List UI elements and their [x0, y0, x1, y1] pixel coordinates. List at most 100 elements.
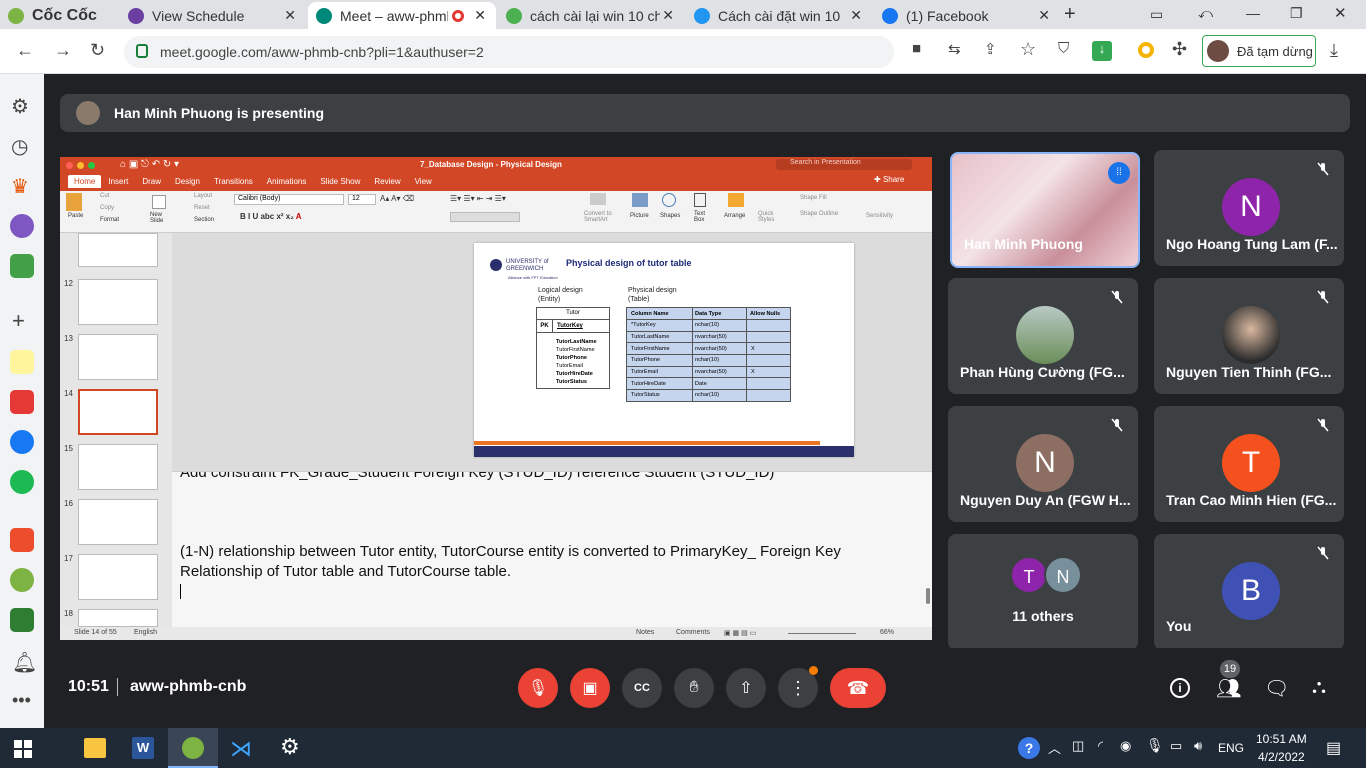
add-app-icon[interactable]: +: [12, 308, 25, 334]
present-button[interactable]: ⇧: [726, 668, 766, 708]
format-label: Format: [100, 217, 120, 223]
bookmark-star-icon[interactable]: ☆: [1020, 39, 1036, 60]
self-tile[interactable]: B You: [1154, 534, 1344, 650]
microphone-tray-icon[interactable]: 🎙︎: [1146, 737, 1164, 754]
extension-icon[interactable]: [1138, 42, 1154, 58]
settings-taskbar-icon[interactable]: ⚙: [280, 734, 300, 760]
close-icon[interactable]: ✕: [662, 7, 674, 24]
wifi-icon[interactable]: ◜: [1098, 738, 1103, 754]
new-slide-icon: [152, 195, 166, 209]
people-icon[interactable]: 👥︎ 19: [1216, 660, 1241, 701]
clock-date[interactable]: 4/2/2022: [1258, 750, 1305, 764]
slide-thumbnail-selected: [78, 389, 158, 435]
mac-minimize-icon: [77, 162, 84, 169]
camera-toggle-button[interactable]: ▣: [570, 668, 610, 708]
notification-bell-icon[interactable]: 🔔︎: [12, 650, 37, 675]
participant-tile[interactable]: N Ngo Hoang Tung Lam (F...: [1154, 150, 1344, 266]
windows-start-icon[interactable]: [14, 740, 32, 758]
spotify-icon[interactable]: [10, 470, 34, 494]
translate-icon[interactable]: ⇆: [948, 40, 961, 58]
status-zoom: 66%: [880, 629, 895, 636]
activities-icon[interactable]: ⛬: [1312, 676, 1326, 699]
close-icon[interactable]: ✕: [284, 7, 296, 24]
quick-access-icons: ⌂ ▣ ⎋ ↶ ↻ ▾: [120, 159, 180, 170]
meeting-info-icon[interactable]: i: [1170, 678, 1190, 698]
tab-search-icon[interactable]: ▭: [1150, 6, 1163, 23]
participant-name: Nguyen Tien Thinh (FG...: [1166, 364, 1332, 380]
textbox-label: Text Box: [694, 211, 706, 223]
coccoc-taskbar-button[interactable]: [168, 728, 218, 768]
tab-cach-cai-dat-win[interactable]: Cách cài đặt win 10 ✕: [686, 2, 872, 29]
participant-tile[interactable]: Nguyen Tien Thinh (FG...: [1154, 278, 1344, 394]
tab-facebook[interactable]: (1) Facebook ✕: [874, 2, 1060, 29]
browser-brand[interactable]: Cốc Cốc: [0, 2, 110, 29]
facebook-icon[interactable]: [10, 430, 34, 454]
crown-icon[interactable]: ♛: [11, 174, 29, 199]
url-bar[interactable]: meet.google.com/aww-phmb-cnb?pli=1&authu…: [124, 36, 894, 68]
camera-icon[interactable]: ■: [912, 40, 921, 57]
help-icon[interactable]: ?: [1018, 737, 1040, 759]
file-explorer-icon[interactable]: [84, 738, 106, 758]
action-center-icon[interactable]: ▤: [1326, 738, 1341, 758]
browser-sidebar: ⚙ ◷ ♛ + 🔔︎ •••: [0, 74, 44, 728]
ppt-share-label: Share: [882, 175, 905, 184]
new-tab-button[interactable]: +: [1064, 3, 1076, 26]
table-cell: nvarchar(50): [692, 342, 747, 356]
coccoc-tray-icon[interactable]: ◉: [1120, 738, 1131, 754]
tab-view-schedule[interactable]: View Schedule ✕: [120, 2, 306, 29]
others-tile[interactable]: T N 11 others: [948, 534, 1138, 650]
facebook-favicon-icon: [882, 7, 898, 24]
tab-cach-cai-lai-win[interactable]: cách cài lại win 10 ch ✕: [498, 2, 684, 29]
downloads-icon[interactable]: ⤓: [1330, 40, 1338, 61]
gamepad-icon[interactable]: [10, 254, 34, 278]
tab-meet[interactable]: Meet – aww-phmb ✕: [308, 2, 496, 29]
maximize-button[interactable]: ❐: [1290, 5, 1303, 22]
thumb-number: 13: [64, 334, 73, 343]
history-icon[interactable]: ◷: [11, 134, 28, 159]
tray-device-icon[interactable]: ◫: [1072, 738, 1084, 754]
minimize-button[interactable]: —: [1246, 5, 1260, 21]
close-icon[interactable]: ✕: [474, 7, 486, 24]
youtube-icon[interactable]: [10, 390, 34, 414]
close-icon[interactable]: ✕: [850, 7, 862, 24]
captions-button[interactable]: CC: [622, 668, 662, 708]
settings-gear-icon[interactable]: ⚙: [11, 94, 29, 119]
participant-tile[interactable]: Phan Hùng Cường (FG...: [948, 278, 1138, 394]
profile-button[interactable]: Đã tạm dừng: [1202, 35, 1316, 67]
back-history-icon[interactable]: ⤺: [1198, 5, 1213, 22]
raise-hand-button[interactable]: ✋︎: [674, 668, 714, 708]
leave-call-button[interactable]: ☎︎: [830, 668, 886, 708]
ppt-search: Search in Presentation: [776, 159, 912, 170]
participant-tile-presenter[interactable]: ⁞⁞ Han Minh Phuong: [950, 152, 1140, 268]
slide-thumbnails: 12 13 14 15 16 17 18: [60, 233, 172, 627]
messenger-icon[interactable]: [10, 214, 34, 238]
participant-tile[interactable]: T Tran Cao Minh Hien (FG...: [1154, 406, 1344, 522]
mic-toggle-button[interactable]: 🎙︎: [518, 668, 558, 708]
puzzle-extensions-icon[interactable]: ✣: [1172, 39, 1187, 60]
more-icon[interactable]: •••: [12, 690, 31, 711]
battery-icon[interactable]: ▭: [1170, 738, 1182, 754]
reload-icon[interactable]: ↻: [90, 40, 105, 61]
chat-icon[interactable]: 🗨︎: [1264, 676, 1289, 701]
pk-label: PK: [537, 320, 553, 332]
notes-app-icon[interactable]: [10, 350, 34, 374]
shield-icon[interactable]: ⛉: [1058, 40, 1069, 57]
more-options-button[interactable]: ⋮: [778, 666, 818, 708]
forward-arrow-icon[interactable]: →: [54, 40, 72, 61]
back-arrow-icon[interactable]: ←: [16, 40, 34, 61]
input-language[interactable]: ENG: [1218, 741, 1244, 755]
sheet-app-icon[interactable]: [10, 608, 34, 632]
close-icon[interactable]: ✕: [1038, 7, 1050, 24]
volume-icon[interactable]: 🔊︎: [1194, 738, 1202, 754]
participant-name: Ngo Hoang Tung Lam (F...: [1166, 236, 1338, 252]
tray-chevron-icon[interactable]: ︿: [1048, 738, 1061, 757]
participant-tile[interactable]: N Nguyen Duy An (FGW H...: [948, 406, 1138, 522]
window-close-button[interactable]: ✕: [1334, 4, 1347, 22]
clock-time[interactable]: 10:51 AM: [1256, 732, 1307, 746]
word-icon[interactable]: W: [132, 737, 154, 759]
share-icon[interactable]: ⇪: [984, 40, 997, 58]
download-extension-icon[interactable]: ↓: [1092, 41, 1112, 61]
vscode-icon[interactable]: ⋊: [230, 736, 252, 762]
coccoc-icon[interactable]: [10, 568, 34, 592]
shopee-icon[interactable]: [10, 528, 34, 552]
